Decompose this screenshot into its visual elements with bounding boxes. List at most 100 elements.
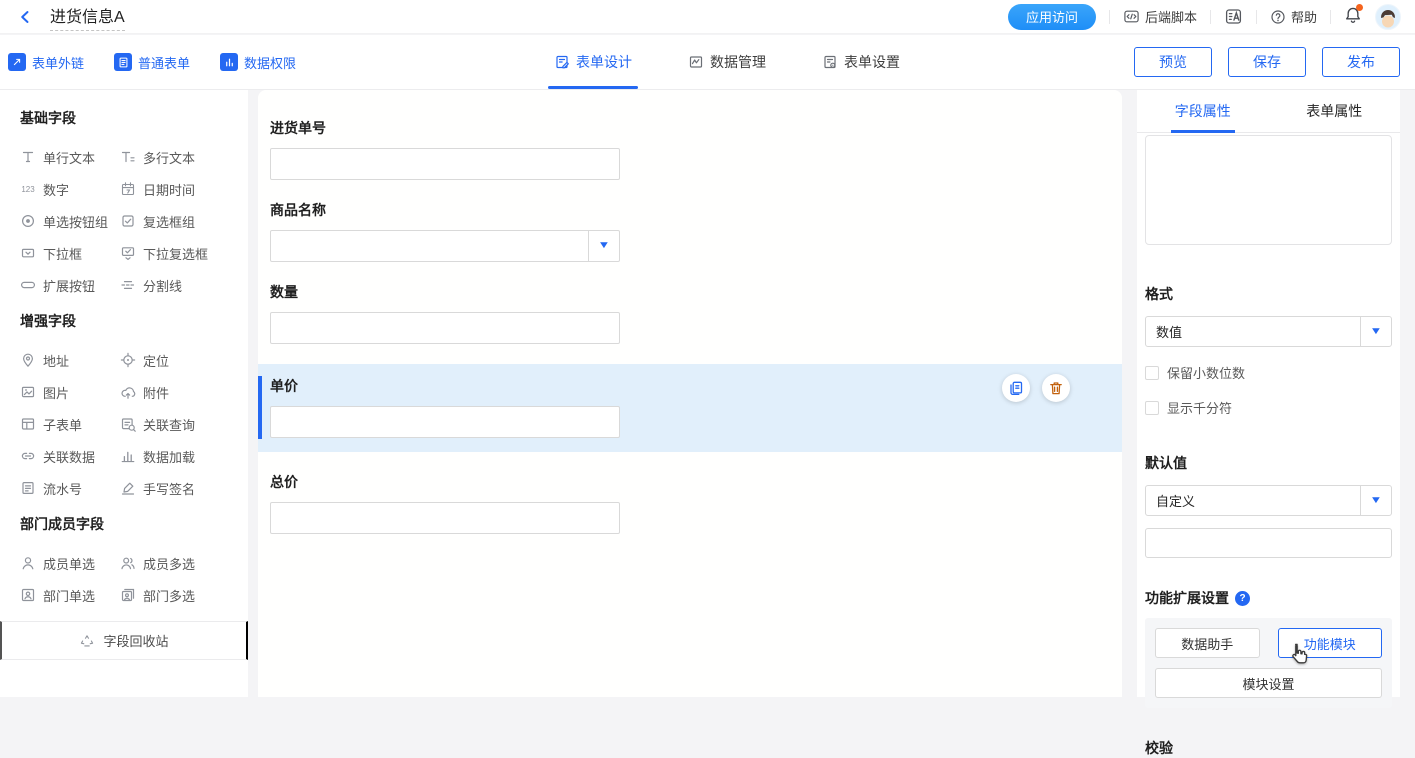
publish-button[interactable]: 发布: [1322, 47, 1400, 77]
field-label: 商品名称: [270, 200, 1110, 220]
select-caret-box[interactable]: ▼: [1360, 317, 1391, 346]
user-icon: [20, 555, 36, 571]
tab-form-settings[interactable]: 表单设置: [816, 35, 906, 89]
field-type-number[interactable]: 123 数字: [20, 173, 120, 205]
help-button[interactable]: 帮助: [1270, 7, 1317, 26]
backend-script-button[interactable]: 后端脚本: [1123, 7, 1197, 26]
field-type-member-multi[interactable]: 成员多选: [120, 547, 248, 579]
field-type-checkbox-group[interactable]: 复选框组: [120, 205, 248, 237]
form-design-icon: [554, 54, 570, 70]
select-caret-box[interactable]: ▼: [588, 231, 619, 261]
page-title[interactable]: 进货信息A: [50, 3, 125, 31]
question-badge-icon[interactable]: ?: [1235, 591, 1250, 606]
thousand-separator-label: 显示千分符: [1167, 398, 1232, 417]
tab-data-management[interactable]: 数据管理: [682, 35, 772, 89]
form-external-link-label: 表单外链: [32, 53, 84, 72]
field-recycle-bin-button[interactable]: 字段回收站: [0, 621, 248, 660]
chevron-down-icon: ▼: [1370, 496, 1383, 506]
trash-icon: [1048, 380, 1064, 396]
field-type-label: 数字: [43, 180, 69, 199]
calendar-icon: [120, 181, 136, 197]
section-title-enhanced-fields: 增强字段: [20, 311, 248, 331]
field-type-image[interactable]: 图片: [20, 376, 120, 408]
form-field-unit-price-selected[interactable]: 单价: [258, 364, 1122, 452]
select-caret-box[interactable]: ▼: [1360, 486, 1391, 515]
bar-chart-icon: [120, 448, 136, 464]
form-field-product-name[interactable]: 商品名称 ▼: [270, 200, 1110, 262]
field-type-signature[interactable]: 手写签名: [120, 472, 248, 504]
app-access-button[interactable]: 应用访问: [1008, 4, 1096, 30]
field-type-dept-multi[interactable]: 部门多选: [120, 579, 248, 611]
field-type-linked-data[interactable]: 关联数据: [20, 440, 120, 472]
pen-icon: [120, 480, 136, 496]
notification-dot: [1356, 4, 1363, 11]
save-button[interactable]: 保存: [1228, 47, 1306, 77]
custom-default-value-input[interactable]: [1145, 528, 1392, 558]
copy-field-button[interactable]: [1002, 374, 1030, 402]
language-button[interactable]: [1224, 7, 1243, 26]
unit-price-input[interactable]: [270, 406, 620, 438]
field-type-attachment[interactable]: 附件: [120, 376, 248, 408]
data-permission-button[interactable]: 数据权限: [220, 53, 296, 72]
purchase-order-no-input[interactable]: [270, 148, 620, 180]
field-type-label: 部门多选: [143, 586, 195, 605]
field-type-serial-number[interactable]: 流水号: [20, 472, 120, 504]
data-assistant-button[interactable]: 数据助手: [1155, 628, 1260, 658]
field-type-dropdown-multi[interactable]: 下拉复选框: [120, 237, 248, 269]
user-avatar[interactable]: [1375, 4, 1401, 30]
checkbox-unchecked-icon[interactable]: [1145, 401, 1159, 415]
plain-form-label: 普通表单: [138, 53, 190, 72]
field-type-single-line-text[interactable]: 单行文本: [20, 141, 120, 173]
form-canvas: 进货单号 商品名称 ▼ 数量 单价 总价: [258, 90, 1122, 697]
app-header: 进货信息A 应用访问 后端脚本 帮助: [0, 0, 1415, 34]
number-icon: 123: [20, 185, 36, 194]
field-type-data-load[interactable]: 数据加载: [120, 440, 248, 472]
notifications-button[interactable]: [1344, 6, 1362, 27]
field-type-multi-line-text[interactable]: 多行文本: [120, 141, 248, 173]
plain-form-button[interactable]: 普通表单: [114, 53, 190, 72]
delete-field-button[interactable]: [1042, 374, 1070, 402]
product-name-select[interactable]: ▼: [270, 230, 620, 262]
default-value-select-value: 自定义: [1146, 491, 1360, 510]
field-type-subform[interactable]: 子表单: [20, 408, 120, 440]
header-divider: [1109, 10, 1110, 24]
thousand-separator-checkbox-row[interactable]: 显示千分符: [1145, 398, 1392, 417]
tab-field-properties[interactable]: 字段属性: [1137, 90, 1269, 132]
form-field-quantity[interactable]: 数量: [270, 282, 1110, 344]
external-link-icon: [8, 53, 26, 71]
format-section-title: 格式: [1145, 284, 1392, 304]
quantity-input[interactable]: [270, 312, 620, 344]
data-permission-icon: [220, 53, 238, 71]
field-type-address[interactable]: 地址: [20, 344, 120, 376]
field-type-divider[interactable]: 分割线: [120, 269, 248, 301]
field-type-extend-button[interactable]: 扩展按钮: [20, 269, 120, 301]
field-type-dropdown[interactable]: 下拉框: [20, 237, 120, 269]
data-permission-label: 数据权限: [244, 53, 296, 72]
field-type-member-single[interactable]: 成员单选: [20, 547, 120, 579]
tab-form-properties[interactable]: 表单属性: [1269, 90, 1401, 132]
preview-button[interactable]: 预览: [1134, 47, 1212, 77]
form-field-purchase-order-no[interactable]: 进货单号: [270, 118, 1110, 180]
field-description-textarea[interactable]: [1145, 135, 1392, 245]
field-type-radio-group[interactable]: 单选按钮组: [20, 205, 120, 237]
field-type-dept-single[interactable]: 部门单选: [20, 579, 120, 611]
form-field-total-price[interactable]: 总价: [270, 472, 1110, 534]
linked-query-icon: [120, 416, 136, 432]
field-type-location[interactable]: 定位: [120, 344, 248, 376]
field-type-label: 关联查询: [143, 415, 195, 434]
field-type-label: 数据加载: [143, 447, 195, 466]
format-select[interactable]: 数值 ▼: [1145, 316, 1392, 347]
keep-decimal-checkbox-row[interactable]: 保留小数位数: [1145, 363, 1392, 382]
map-pin-icon: [20, 352, 36, 368]
field-type-datetime[interactable]: 日期时间: [120, 173, 248, 205]
form-external-link-button[interactable]: 表单外链: [8, 53, 84, 72]
function-module-button[interactable]: 功能模块: [1278, 628, 1383, 658]
module-settings-button[interactable]: 模块设置: [1155, 668, 1382, 698]
field-type-label: 成员单选: [43, 554, 95, 573]
default-value-select[interactable]: 自定义 ▼: [1145, 485, 1392, 516]
back-button[interactable]: [14, 6, 36, 28]
total-price-input[interactable]: [270, 502, 620, 534]
tab-form-design[interactable]: 表单设计: [548, 35, 638, 89]
field-type-linked-query[interactable]: 关联查询: [120, 408, 248, 440]
checkbox-unchecked-icon[interactable]: [1145, 366, 1159, 380]
